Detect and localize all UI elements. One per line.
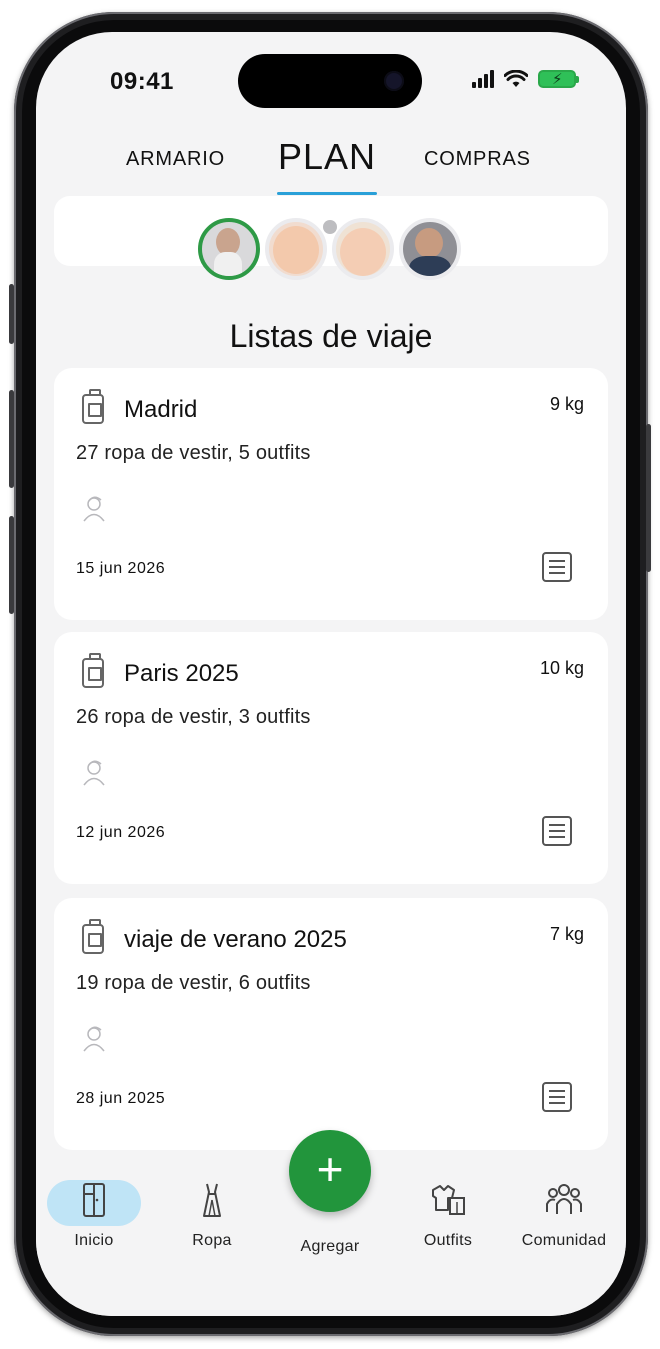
dynamic-island [238,54,422,108]
page-title: Listas de viaje [229,318,433,354]
power-button [646,424,651,572]
wifi-icon [504,70,528,87]
avatar-baby-boy[interactable] [265,218,327,280]
notification-dot [323,220,337,234]
active-tab-indicator [277,192,377,195]
dress-icon [203,1183,221,1217]
tab-compras[interactable]: COMPRAS [424,148,531,171]
trip-weight: 9 kg [549,394,584,414]
trip-name: Madrid [124,396,198,423]
person-outline-icon [83,1026,105,1052]
avatar-toddler[interactable] [332,218,394,280]
person-outline-icon [83,496,105,522]
suitcase-icon [82,653,104,688]
suitcase-icon [82,389,104,424]
nav-ropa[interactable]: Ropa [162,1180,262,1250]
tab-plan[interactable]: PLAN [278,136,376,178]
nav-inicio-label: Inicio [74,1232,114,1249]
nav-outfits[interactable]: Outfits [398,1180,498,1250]
status-icons: ⚡ [472,70,579,88]
checklist-icon[interactable] [542,816,572,846]
trip-card[interactable]: Paris 2025 10 kg 26 ropa de vestir, 3 ou… [54,632,608,884]
outfits-icon [432,1185,465,1215]
nav-ropa-label: Ropa [192,1232,232,1249]
trip-weight: 7 kg [549,924,584,944]
cellular-signal-icon [472,70,494,88]
mute-switch [9,284,14,344]
camera-icon [384,71,404,91]
tab-armario[interactable]: ARMARIO [126,148,225,171]
trip-summary: 27 ropa de vestir, 5 outfits [76,442,311,464]
nav-comunidad-label: Comunidad [521,1232,607,1249]
trip-date: 15 jun 2026 [76,560,166,577]
avatar-man[interactable] [399,218,461,280]
checklist-icon[interactable] [542,1082,572,1112]
app-screen: 09:41 ⚡ ARMARIO PLAN COMPRAS Listas de v… [36,32,626,1316]
trip-card[interactable]: Madrid 9 kg 27 ropa de vestir, 5 outfits… [54,368,608,620]
avatar-woman[interactable] [198,218,260,280]
add-button-label: Agregar [300,1238,360,1255]
trip-summary: 26 ropa de vestir, 3 outfits [76,706,311,728]
status-time: 09:41 [110,68,174,95]
trip-summary: 19 ropa de vestir, 6 outfits [76,972,311,994]
top-tabs: ARMARIO PLAN COMPRAS [36,136,626,198]
trip-name: viaje de verano 2025 [124,926,347,953]
trip-card[interactable]: viaje de verano 2025 7 kg 19 ropa de ves… [54,898,608,1150]
battery-charging-icon: ⚡ [538,70,579,88]
nav-comunidad[interactable]: Comunidad [514,1180,614,1250]
add-button[interactable]: + [289,1130,371,1212]
community-icon [546,1184,582,1214]
checklist-icon[interactable] [542,552,572,582]
suitcase-icon [82,919,104,954]
person-outline-icon [83,760,105,786]
volume-up-button [9,390,14,488]
nav-inicio[interactable]: Inicio [44,1180,144,1250]
trip-date: 12 jun 2026 [76,824,166,841]
trip-name: Paris 2025 [124,660,239,687]
volume-down-button [9,516,14,614]
trip-date: 28 jun 2025 [76,1090,166,1107]
wardrobe-icon [83,1183,105,1217]
nav-outfits-label: Outfits [423,1232,473,1249]
trip-weight: 10 kg [539,658,584,678]
